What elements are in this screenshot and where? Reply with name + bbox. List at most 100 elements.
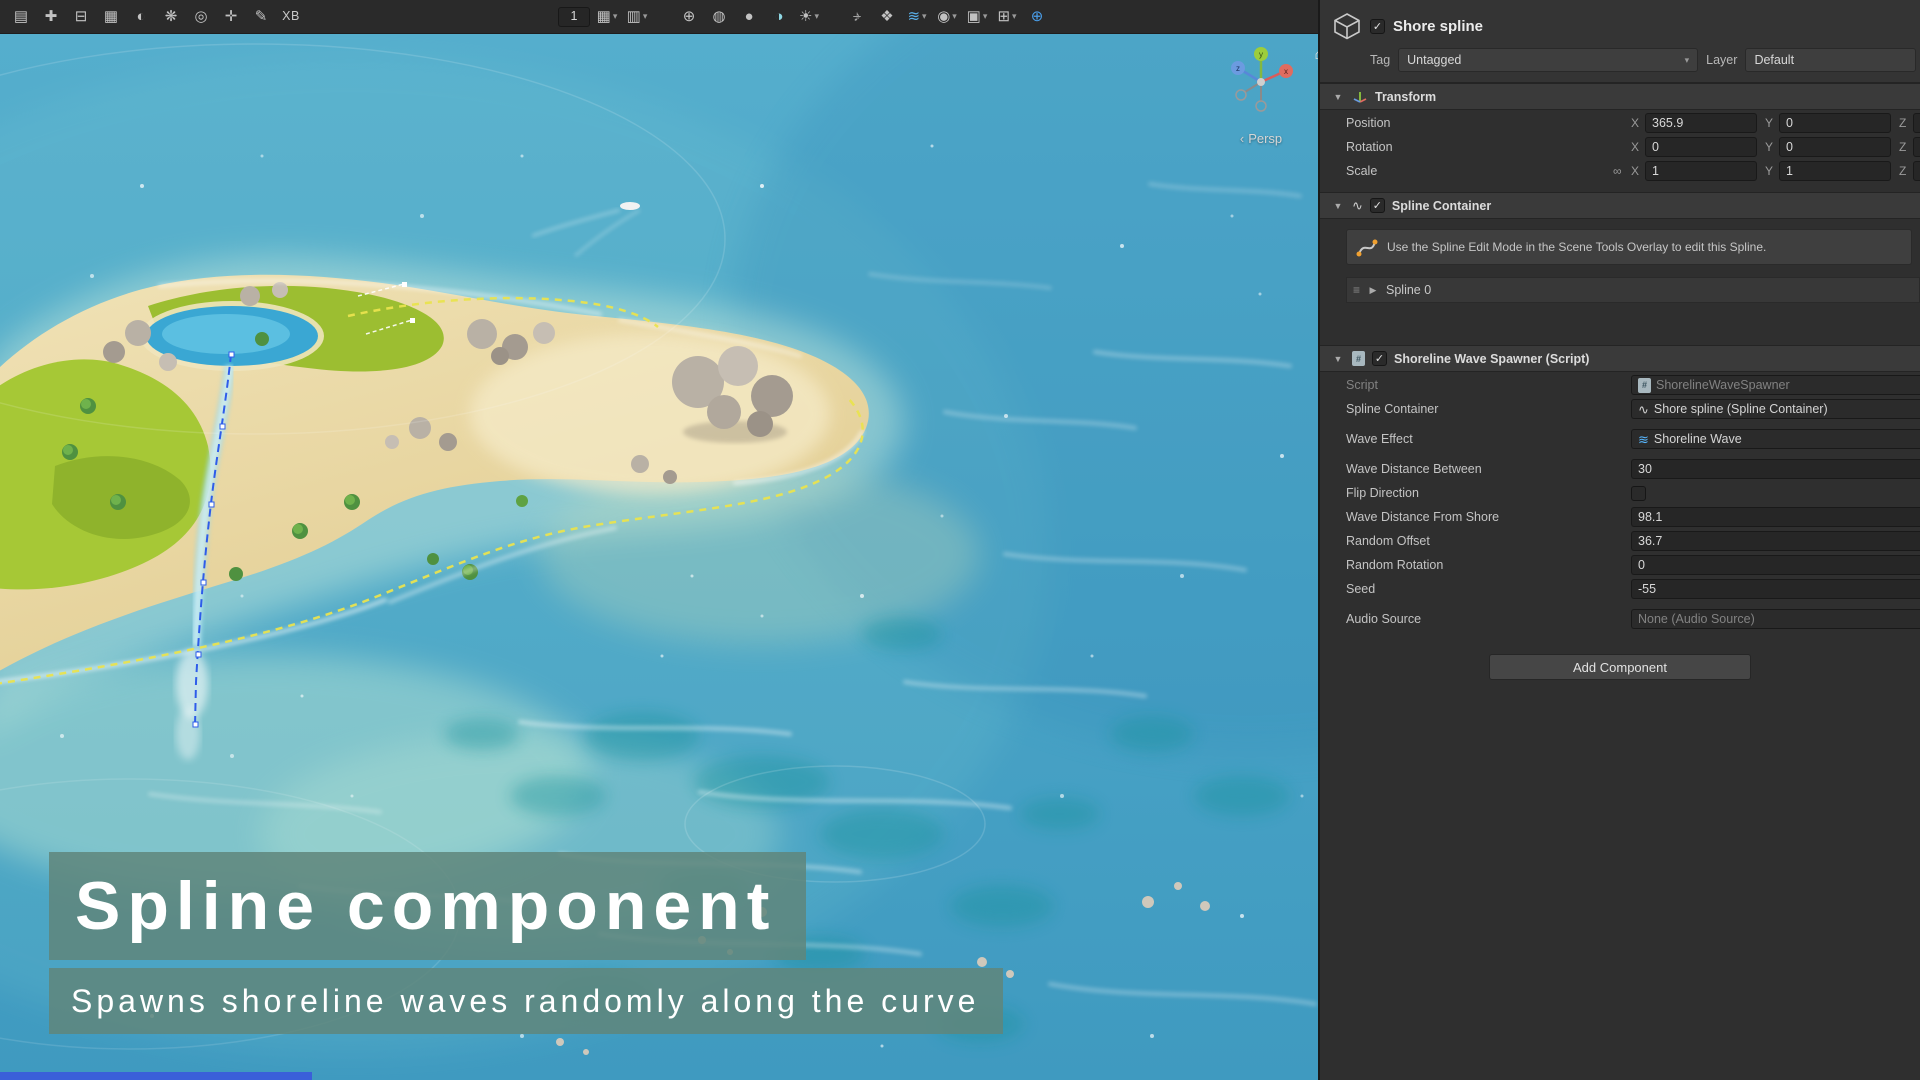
rotation-label: Rotation xyxy=(1346,140,1613,154)
toolbar-effects-toggle-button-icon: ❖ xyxy=(880,9,893,24)
toolbar-transform-tool-button[interactable]: ✛ xyxy=(218,4,244,30)
toolbar-layers-button[interactable]: ▣▾ xyxy=(964,4,990,30)
toolbar-move-tool-button[interactable]: ✚ xyxy=(38,4,64,30)
position-x-field[interactable]: 365.9 xyxy=(1645,113,1757,133)
flip-direction-checkbox[interactable] xyxy=(1631,486,1646,501)
spline0-label: Spline 0 xyxy=(1386,283,1431,297)
foldout-icon[interactable]: ▼ xyxy=(1331,92,1345,102)
toolbar-effects-button[interactable]: ❋ xyxy=(158,4,184,30)
spline-container-title: Spline Container xyxy=(1392,199,1491,213)
wave-spawner-header[interactable]: ▼ # ✓ Shoreline Wave Spawner (Script) xyxy=(1320,345,1920,372)
toolbar-skybox-button-icon: ◍ xyxy=(712,9,725,24)
seed-row: Seed -55 xyxy=(1320,578,1920,600)
transform-header[interactable]: ▼ Transform xyxy=(1320,83,1920,110)
dropdown-caret-icon: ▾ xyxy=(952,11,957,22)
home-icon[interactable]: ⌂ xyxy=(1314,46,1318,64)
flip-direction-row: Flip Direction xyxy=(1320,482,1920,504)
rotation-y-field[interactable]: 0 xyxy=(1779,137,1891,157)
wave-spawner-enabled-checkbox[interactable]: ✓ xyxy=(1372,351,1387,366)
toolbar-visibility-button[interactable]: ◉▾ xyxy=(934,4,960,30)
scale-x-field[interactable]: 1 xyxy=(1645,161,1757,181)
spline-container-object-field[interactable]: ∿ Shore spline (Spline Container) xyxy=(1631,399,1920,419)
toolbar-lit-mode-button[interactable]: ◑ xyxy=(766,4,792,30)
wave-distance-from-shore-field[interactable]: 98.1 xyxy=(1631,507,1920,527)
layer-dropdown[interactable]: Default xyxy=(1745,48,1916,72)
toolbar-transform-tool-button-icon: ✛ xyxy=(225,9,238,24)
toolbar-gap xyxy=(826,16,840,17)
axis-z-label: Z xyxy=(1899,140,1913,154)
seed-label: Seed xyxy=(1346,582,1631,596)
wave-distance-between-field[interactable]: 30 xyxy=(1631,459,1920,479)
toolbar-effects-toggle-button[interactable]: ❖ xyxy=(874,4,900,30)
toolbar-gap xyxy=(308,16,554,17)
toolbar-scene-camera-button[interactable]: ⊕ xyxy=(676,4,702,30)
caption-title: Spline component xyxy=(75,867,776,945)
scene-view: ▤✚⊟▦◐❋◎✛✎XB1▦▾▥▾⊕◍●◑☀▾♪❖≋▾◉▾▣▾⊞▾⊕ xyxy=(0,0,1318,1080)
toolbar-grid-snap-button[interactable]: ▦▾ xyxy=(594,4,620,30)
tag-dropdown[interactable]: Untagged ▾ xyxy=(1398,48,1698,72)
toolbar-snap-increment-button-icon: ▥ xyxy=(627,9,641,24)
projection-mode[interactable]: ‹Persp xyxy=(1196,131,1318,146)
toolbar-cloud-button[interactable]: ⊕ xyxy=(1024,4,1050,30)
toolbar-shading-button[interactable]: ◐ xyxy=(128,4,154,30)
wave-effect-object-field[interactable]: ≋ Shoreline Wave xyxy=(1631,429,1920,449)
toolbar-grid-visibility-button[interactable]: ⊞▾ xyxy=(994,4,1020,30)
layer-value: Default xyxy=(1754,53,1794,67)
orientation-gizmo[interactable]: y x z xyxy=(1219,40,1303,124)
toolbar-shaded-mode-button-icon: ● xyxy=(744,9,753,24)
toolbar-zoom-tool-button[interactable]: ◎ xyxy=(188,4,214,30)
gameobject-active-checkbox[interactable]: ✓ xyxy=(1370,19,1385,34)
audio-source-object-field[interactable]: None (Audio Source) xyxy=(1631,609,1920,629)
position-y-field[interactable]: 0 xyxy=(1779,113,1891,133)
spline-container-header[interactable]: ▼ ∿ ✓ Spline Container xyxy=(1320,192,1920,219)
drag-handle-icon[interactable]: ≡ xyxy=(1353,283,1360,297)
toolbar-audio-mute-button[interactable]: ♪ xyxy=(844,4,870,30)
axis-x-ball-label: x xyxy=(1284,67,1288,76)
random-offset-field[interactable]: 36.7 xyxy=(1631,531,1920,551)
random-offset-label: Random Offset xyxy=(1346,534,1631,548)
spline-container-field-row: Spline Container ∿ Shore spline (Spline … xyxy=(1320,398,1920,420)
scale-label: Scale xyxy=(1346,164,1613,178)
toolbar-snap-increment-button[interactable]: ▥▾ xyxy=(624,4,650,30)
axis-y-label: Y xyxy=(1765,116,1779,130)
spline0-row[interactable]: ≡ ▶ Spline 0 xyxy=(1346,277,1920,303)
toolbar-lighting-button-icon: ☀ xyxy=(799,9,812,24)
gameobject-name[interactable]: Shore spline xyxy=(1393,18,1483,35)
wave-spawner-component: ▼ # ✓ Shoreline Wave Spawner (Script) Sc… xyxy=(1320,345,1920,630)
rotation-x-field[interactable]: 0 xyxy=(1645,137,1757,157)
toolbar-shaded-mode-button[interactable]: ● xyxy=(736,4,762,30)
spline-helpbox: Use the Spline Edit Mode in the Scene To… xyxy=(1346,229,1912,265)
toolbar-skybox-button[interactable]: ◍ xyxy=(706,4,732,30)
audio-source-value: None (Audio Source) xyxy=(1638,612,1755,626)
toolbar-grid-tool-button[interactable]: ▦ xyxy=(98,4,124,30)
toolbar-water-overlay-button[interactable]: ≋▾ xyxy=(904,4,930,30)
scale-y-field[interactable]: 1 xyxy=(1779,161,1891,181)
toolbar-paint-tool-button[interactable]: ✎ xyxy=(248,4,274,30)
spline-container-enabled-checkbox[interactable]: ✓ xyxy=(1370,198,1385,213)
script-label: Script xyxy=(1346,378,1631,392)
random-rotation-field[interactable]: 0 xyxy=(1631,555,1920,575)
scale-link-icon[interactable]: ∞ xyxy=(1613,164,1622,178)
axis-y-label: Y xyxy=(1765,140,1779,154)
axis-z-label: Z xyxy=(1899,164,1913,178)
foldout-closed-icon[interactable]: ▶ xyxy=(1366,285,1380,296)
toolbar-tool-index-field-icon: 1 xyxy=(571,10,578,23)
seed-field[interactable]: -55 xyxy=(1631,579,1920,599)
foldout-icon[interactable]: ▼ xyxy=(1331,354,1345,364)
toolbar-tool-index-field[interactable]: 1 xyxy=(558,7,590,27)
toolbar-lighting-button[interactable]: ☀▾ xyxy=(796,4,822,30)
position-z-field[interactable] xyxy=(1913,113,1920,133)
script-object-field[interactable]: # ShorelineWaveSpawner xyxy=(1631,375,1920,395)
spline-container-value: Shore spline (Spline Container) xyxy=(1654,402,1828,416)
rotation-z-field[interactable] xyxy=(1913,137,1920,157)
toolbar-panels-button[interactable]: ▤ xyxy=(8,4,34,30)
toolbar-align-tool-button[interactable]: ⊟ xyxy=(68,4,94,30)
bottom-accent-bar xyxy=(0,1072,312,1080)
toolbar-xb-label: XB xyxy=(278,4,304,30)
foldout-icon[interactable]: ▼ xyxy=(1331,201,1345,211)
toolbar-grid-tool-button-icon: ▦ xyxy=(104,9,118,24)
add-component-button[interactable]: Add Component xyxy=(1489,654,1751,680)
scale-z-field[interactable] xyxy=(1913,161,1920,181)
toolbar-audio-mute-button-icon: ♪ xyxy=(853,9,861,24)
transform-rotation-row: Rotation X 0 Y 0 Z xyxy=(1320,136,1920,158)
